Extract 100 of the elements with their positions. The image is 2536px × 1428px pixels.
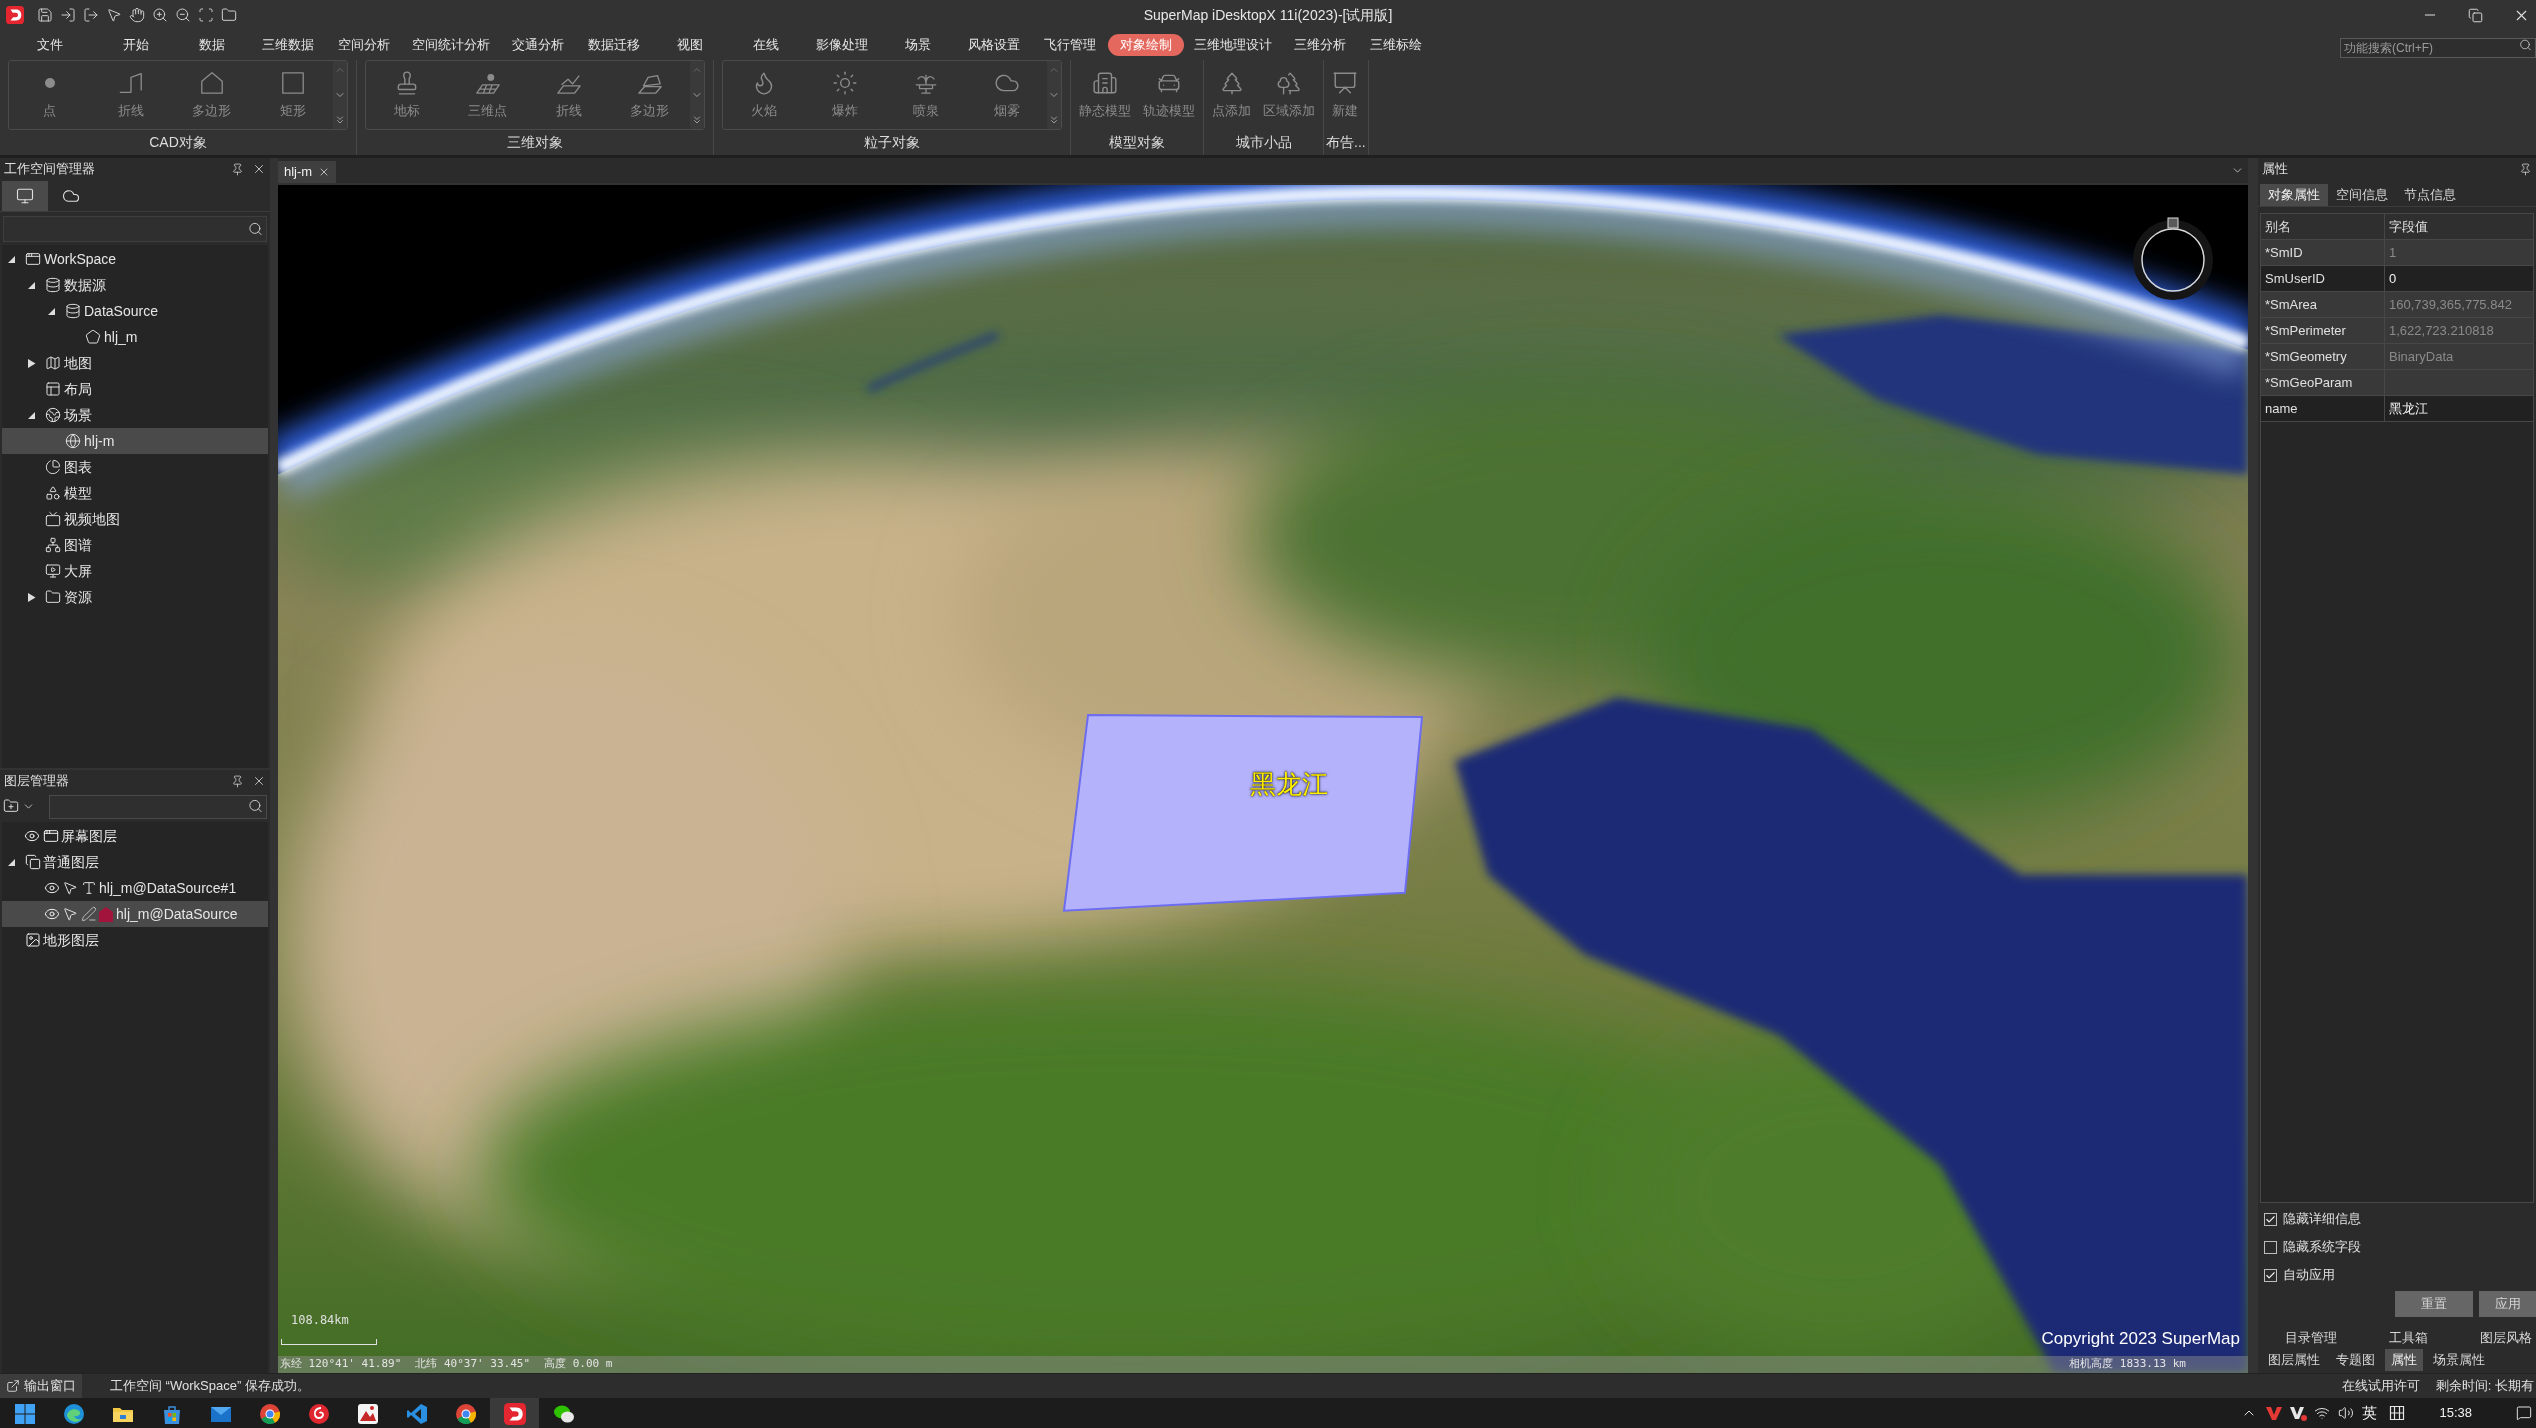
arrow-into-bracket-icon[interactable] bbox=[60, 7, 76, 23]
taskbar-button[interactable] bbox=[490, 1398, 539, 1428]
menu-tab[interactable]: 三维地理设计 bbox=[1184, 34, 1282, 56]
hand-icon[interactable] bbox=[129, 7, 145, 23]
checkbox[interactable] bbox=[2264, 1240, 2277, 1254]
caret-icon[interactable] bbox=[26, 280, 36, 290]
app-logo-icon[interactable] bbox=[6, 6, 24, 24]
dock-tab[interactable]: 目录管理 bbox=[2279, 1327, 2343, 1349]
pin-icon[interactable] bbox=[231, 774, 244, 788]
layer-item[interactable]: 普通图层 bbox=[2, 849, 268, 875]
search-icon[interactable] bbox=[248, 221, 263, 237]
menu-tab[interactable]: 影像处理 bbox=[804, 34, 880, 56]
caret-icon[interactable] bbox=[6, 857, 16, 867]
panel-tab[interactable]: 对象属性 bbox=[2260, 183, 2328, 206]
checkbox[interactable] bbox=[2264, 1268, 2277, 1282]
pointer-icon[interactable] bbox=[62, 906, 78, 922]
tree-item[interactable]: DataSource bbox=[2, 298, 268, 324]
save-icon[interactable] bbox=[37, 7, 53, 23]
tree-item[interactable]: 模型 bbox=[2, 480, 268, 506]
double-chevron-down-icon[interactable] bbox=[334, 114, 346, 126]
menu-tab[interactable]: 飞行管理 bbox=[1032, 34, 1108, 56]
tree-item[interactable]: 大屏 bbox=[2, 558, 268, 584]
dock-tab[interactable]: 图层属性 bbox=[2262, 1349, 2326, 1371]
menu-tab[interactable]: 数据迁移 bbox=[576, 34, 652, 56]
double-chevron-down-icon[interactable] bbox=[691, 114, 703, 126]
zoom-in-icon[interactable] bbox=[152, 7, 168, 23]
corner-frame-icon[interactable] bbox=[198, 7, 214, 23]
wifi-icon[interactable] bbox=[2314, 1405, 2331, 1421]
panel-tab[interactable] bbox=[2, 181, 48, 211]
menu-tab[interactable]: 场景 bbox=[880, 34, 956, 56]
caret-icon[interactable] bbox=[26, 410, 36, 420]
tree-item[interactable]: 场景 bbox=[2, 402, 268, 428]
menu-tab[interactable]: 文件 bbox=[12, 34, 88, 56]
layer-item[interactable]: hlj_m@DataSource bbox=[2, 901, 268, 927]
close-icon[interactable] bbox=[252, 774, 266, 788]
menu-tab[interactable]: 风格设置 bbox=[956, 34, 1032, 56]
double-chevron-down-icon[interactable] bbox=[1048, 114, 1060, 126]
layer-item[interactable]: 屏幕图层 bbox=[2, 823, 268, 849]
menu-tab[interactable]: 空间统计分析 bbox=[402, 34, 500, 56]
menu-tab[interactable]: 在线 bbox=[728, 34, 804, 56]
tree-item[interactable]: 图谱 bbox=[2, 532, 268, 558]
dock-tab[interactable]: 工具箱 bbox=[2383, 1327, 2434, 1349]
pin-icon[interactable] bbox=[231, 162, 244, 176]
dock-tab[interactable]: 专题图 bbox=[2330, 1349, 2381, 1371]
tree-item[interactable]: 地图 bbox=[2, 350, 268, 376]
compass-icon[interactable] bbox=[2131, 216, 2215, 300]
menu-tab[interactable]: 空间分析 bbox=[326, 34, 402, 56]
document-tab[interactable]: hlj-m bbox=[278, 161, 337, 183]
layer-item[interactable]: hlj_m@DataSource#1 bbox=[2, 875, 268, 901]
tree-item[interactable]: 布局 bbox=[2, 376, 268, 402]
menu-tab[interactable]: 三维数据 bbox=[250, 34, 326, 56]
v-mark-icon[interactable] bbox=[2289, 1404, 2308, 1422]
layer-item[interactable]: 地形图层 bbox=[2, 927, 268, 953]
menu-tab[interactable]: 三维标绘 bbox=[1358, 34, 1434, 56]
menu-tab[interactable]: 开始 bbox=[98, 34, 174, 56]
tree-item[interactable]: 图表 bbox=[2, 454, 268, 480]
search-icon[interactable] bbox=[248, 798, 263, 814]
menu-tab[interactable]: 视图 bbox=[652, 34, 728, 56]
panel-tab[interactable]: 空间信息 bbox=[2328, 183, 2396, 206]
caret-icon[interactable] bbox=[46, 306, 56, 316]
eye-icon[interactable] bbox=[24, 828, 40, 844]
dock-tab[interactable]: 场景属性 bbox=[2427, 1349, 2491, 1371]
tree-item[interactable]: 数据源 bbox=[2, 272, 268, 298]
menu-tab[interactable]: 交通分析 bbox=[500, 34, 576, 56]
panel-button[interactable]: 重置 bbox=[2395, 1291, 2473, 1317]
tree-item[interactable]: WorkSpace bbox=[2, 246, 268, 272]
folder-plus-icon[interactable] bbox=[3, 798, 19, 814]
close-icon[interactable] bbox=[252, 162, 266, 176]
message-icon[interactable] bbox=[2516, 1405, 2532, 1421]
dock-tab[interactable]: 属性 bbox=[2385, 1349, 2423, 1371]
pointer-icon[interactable] bbox=[106, 7, 122, 23]
input-language[interactable]: 英 bbox=[2362, 1401, 2378, 1425]
tree-item[interactable]: hlj-m bbox=[2, 428, 268, 454]
checkbox[interactable] bbox=[2264, 1212, 2277, 1226]
ime-grid-icon[interactable] bbox=[2389, 1405, 2406, 1421]
caret-icon[interactable] bbox=[6, 254, 16, 264]
menu-tab[interactable]: 三维分析 bbox=[1282, 34, 1358, 56]
dock-tab[interactable]: 图层风格 bbox=[2474, 1327, 2536, 1349]
folder-icon[interactable] bbox=[221, 7, 237, 23]
caret-icon[interactable] bbox=[26, 592, 36, 602]
pin-icon[interactable] bbox=[2519, 162, 2532, 176]
tree-item[interactable]: hlj_m bbox=[2, 324, 268, 350]
eye-icon[interactable] bbox=[44, 906, 60, 922]
caret-icon[interactable] bbox=[26, 358, 36, 368]
menu-tab[interactable]: 数据 bbox=[174, 34, 250, 56]
zoom-out-icon[interactable] bbox=[175, 7, 191, 23]
search-field[interactable]: 功能搜索(Ctrl+F) bbox=[2340, 38, 2536, 58]
search-field[interactable] bbox=[49, 794, 267, 819]
pointer-icon[interactable] bbox=[62, 880, 78, 896]
search-field[interactable] bbox=[3, 216, 267, 242]
search-icon[interactable] bbox=[2519, 38, 2532, 52]
tree-item[interactable]: 资源 bbox=[2, 584, 268, 610]
speaker-icon[interactable] bbox=[2338, 1405, 2355, 1421]
panel-button[interactable]: 应用 bbox=[2479, 1291, 2536, 1317]
output-tab[interactable]: 输出窗口 bbox=[0, 1374, 82, 1398]
eye-icon[interactable] bbox=[44, 880, 60, 896]
restore-icon[interactable] bbox=[2468, 7, 2483, 23]
pencil-icon[interactable] bbox=[81, 906, 97, 922]
tree-item[interactable]: 视频地图 bbox=[2, 506, 268, 532]
panel-tab[interactable]: 节点信息 bbox=[2396, 183, 2464, 206]
